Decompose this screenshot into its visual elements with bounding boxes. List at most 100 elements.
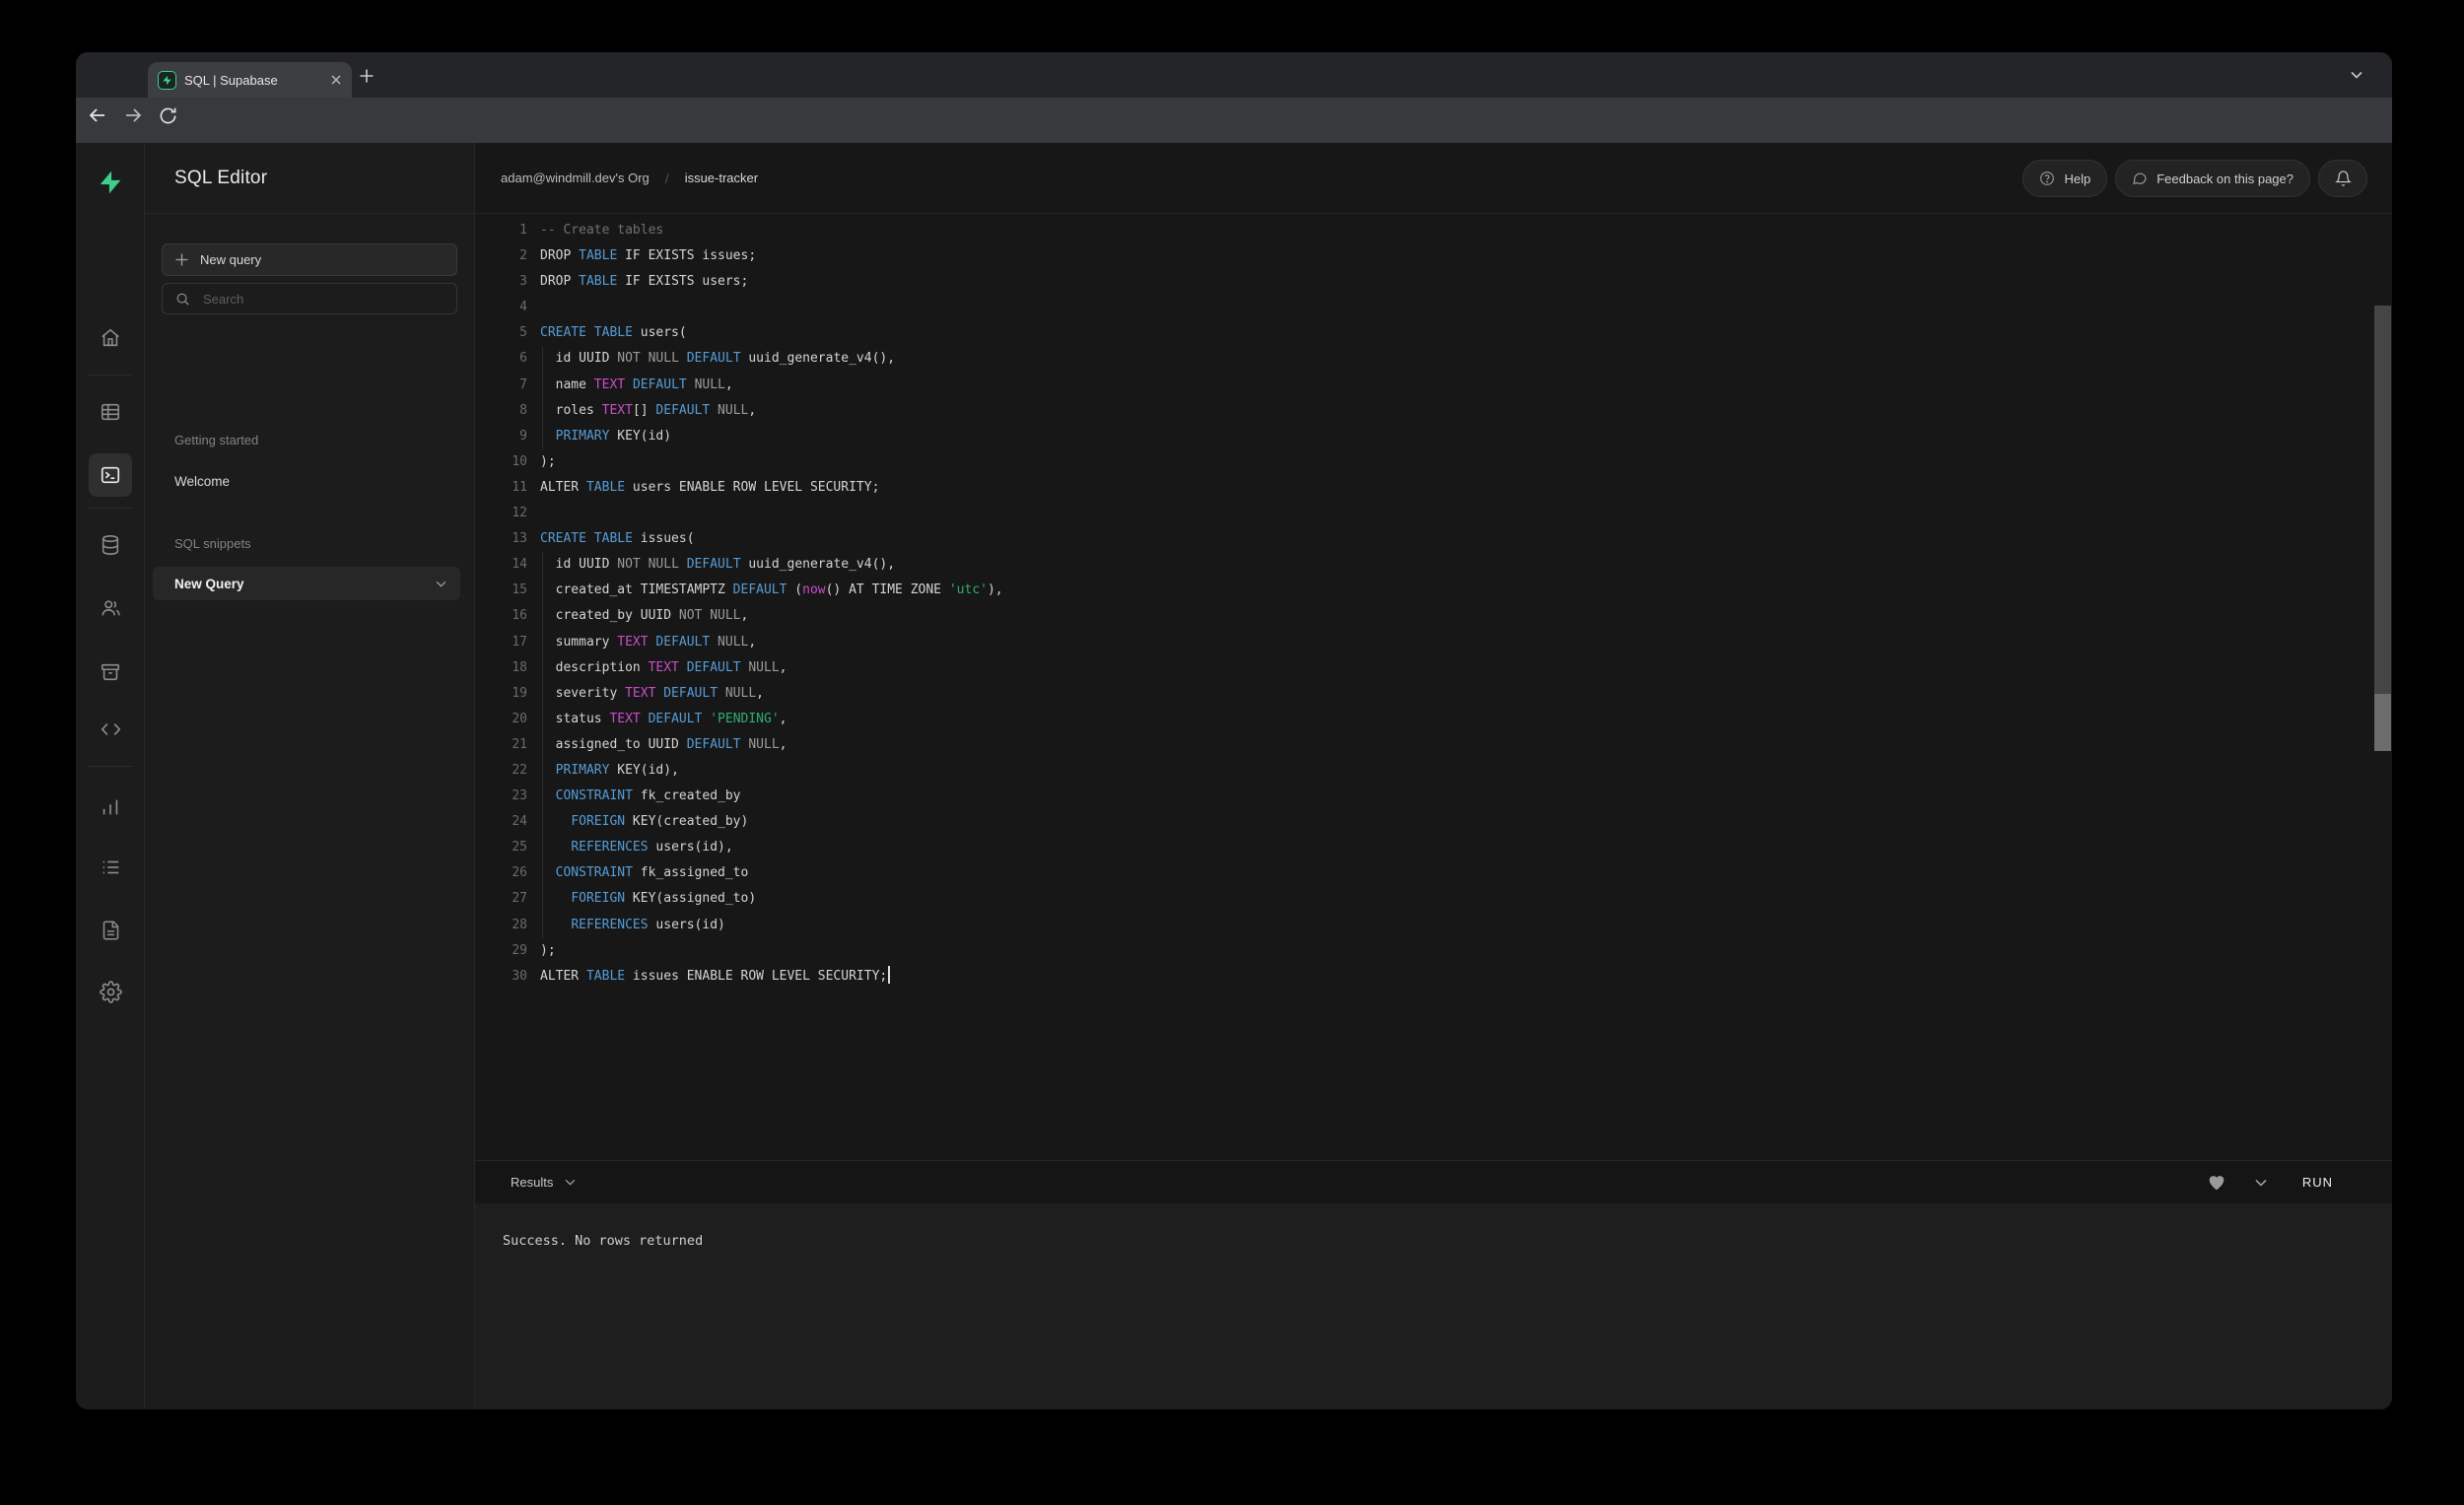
line-number: 21 <box>475 732 527 758</box>
line-number: 30 <box>475 964 527 990</box>
back-icon[interactable] <box>88 105 107 125</box>
code-line-19[interactable]: 19 severity TEXT DEFAULT NULL, <box>475 681 2392 707</box>
supabase-logo-icon[interactable] <box>76 170 145 195</box>
line-number: 7 <box>475 373 527 398</box>
line-number: 22 <box>475 758 527 784</box>
rail-divider <box>88 766 133 767</box>
code-line-12[interactable]: 12 <box>475 501 2392 526</box>
code-line-10[interactable]: 10); <box>475 449 2392 475</box>
new-tab-icon[interactable] <box>360 69 374 83</box>
code-line-23[interactable]: 23 CONSTRAINT fk_created_by <box>475 784 2392 809</box>
code-line-2[interactable]: 2DROP TABLE IF EXISTS issues; <box>475 243 2392 269</box>
code-line-30[interactable]: 30ALTER TABLE issues ENABLE ROW LEVEL SE… <box>475 964 2392 990</box>
nav-database-icon[interactable] <box>76 534 145 556</box>
feedback-button[interactable]: Feedback on this page? <box>2115 160 2310 197</box>
forward-icon[interactable] <box>123 105 143 125</box>
code-line-5[interactable]: 5CREATE TABLE users( <box>475 320 2392 346</box>
results-dropdown[interactable]: Results <box>511 1175 576 1190</box>
breadcrumb: adam@windmill.dev's Org / issue-tracker <box>501 171 758 186</box>
scrollbar-thumb[interactable] <box>2374 306 2391 694</box>
code-line-9[interactable]: 9 PRIMARY KEY(id) <box>475 424 2392 449</box>
code-line-29[interactable]: 29); <box>475 938 2392 964</box>
line-number: 18 <box>475 655 527 681</box>
code-line-20[interactable]: 20 status TEXT DEFAULT 'PENDING', <box>475 707 2392 732</box>
code-line-4[interactable]: 4 <box>475 295 2392 320</box>
line-number: 29 <box>475 938 527 964</box>
panel-header: SQL Editor <box>145 143 474 214</box>
run-button[interactable]: RUN <box>2296 1174 2339 1191</box>
run-options-chevron-icon[interactable] <box>2255 1179 2267 1187</box>
plus-icon <box>175 253 188 266</box>
nav-table-editor-icon[interactable] <box>76 401 145 423</box>
code-line-3[interactable]: 3DROP TABLE IF EXISTS users; <box>475 269 2392 295</box>
page-title: SQL Editor <box>174 168 267 189</box>
breadcrumb-org[interactable]: adam@windmill.dev's Org <box>501 171 650 185</box>
favorite-heart-icon[interactable] <box>2208 1175 2225 1191</box>
line-number: 4 <box>475 295 527 320</box>
search-input[interactable] <box>201 291 418 308</box>
nav-sql-editor-icon[interactable] <box>89 453 132 497</box>
help-button[interactable]: Help <box>2022 160 2107 197</box>
chevron-down-icon[interactable] <box>436 581 446 587</box>
project-header: adam@windmill.dev's Org / issue-tracker … <box>475 143 2392 214</box>
line-number: 8 <box>475 398 527 424</box>
code-line-18[interactable]: 18 description TEXT DEFAULT NULL, <box>475 655 2392 681</box>
main-content: adam@windmill.dev's Org / issue-tracker … <box>475 143 2392 1409</box>
reload-icon[interactable] <box>159 106 177 125</box>
breadcrumb-project[interactable]: issue-tracker <box>685 171 758 185</box>
line-number: 27 <box>475 886 527 912</box>
new-query-button[interactable]: New query <box>162 243 457 276</box>
code-line-21[interactable]: 21 assigned_to UUID DEFAULT NULL, <box>475 732 2392 758</box>
code-line-24[interactable]: 24 FOREIGN KEY(created_by) <box>475 809 2392 835</box>
code-line-17[interactable]: 17 summary TEXT DEFAULT NULL, <box>475 630 2392 655</box>
nav-api-docs-icon[interactable] <box>76 920 145 941</box>
nav-authentication-icon[interactable] <box>76 597 145 619</box>
nav-settings-icon[interactable] <box>76 981 145 1003</box>
sidebar-item-new-query[interactable]: New Query <box>153 567 460 600</box>
snippet-search[interactable] <box>162 283 457 314</box>
line-number: 16 <box>475 603 527 629</box>
line-number: 1 <box>475 218 527 243</box>
code-line-1[interactable]: 1-- Create tables <box>475 218 2392 243</box>
code-line-6[interactable]: 6 id UUID NOT NULL DEFAULT uuid_generate… <box>475 346 2392 372</box>
code-line-16[interactable]: 16 created_by UUID NOT NULL, <box>475 603 2392 629</box>
nav-reports-icon[interactable] <box>76 796 145 818</box>
text-cursor <box>888 966 890 984</box>
line-number: 20 <box>475 707 527 732</box>
tab-close-icon[interactable] <box>330 74 342 86</box>
code-line-8[interactable]: 8 roles TEXT[] DEFAULT NULL, <box>475 398 2392 424</box>
code-line-7[interactable]: 7 name TEXT DEFAULT NULL, <box>475 373 2392 398</box>
chevron-down-icon <box>565 1179 576 1186</box>
code-line-27[interactable]: 27 FOREIGN KEY(assigned_to) <box>475 886 2392 912</box>
browser-window: SQL | Supabase <box>76 52 2392 1409</box>
code-line-11[interactable]: 11ALTER TABLE users ENABLE ROW LEVEL SEC… <box>475 475 2392 501</box>
line-number: 12 <box>475 501 527 526</box>
line-number: 23 <box>475 784 527 809</box>
line-number: 28 <box>475 913 527 938</box>
results-output: Success. No rows returned <box>475 1203 2392 1409</box>
rail-divider <box>88 508 133 509</box>
notifications-bell-icon[interactable] <box>2318 160 2367 197</box>
code-line-13[interactable]: 13CREATE TABLE issues( <box>475 526 2392 552</box>
nav-api-icon[interactable] <box>76 718 145 740</box>
sidebar-item-welcome[interactable]: Welcome <box>174 474 230 489</box>
browser-tab[interactable]: SQL | Supabase <box>148 62 352 98</box>
sql-code-editor[interactable]: 1-- Create tables2DROP TABLE IF EXISTS i… <box>475 214 2392 1069</box>
code-line-26[interactable]: 26 CONSTRAINT fk_assigned_to <box>475 860 2392 886</box>
tab-search-chevron-icon[interactable] <box>2351 71 2362 79</box>
line-number: 26 <box>475 860 527 886</box>
nav-logs-icon[interactable] <box>76 856 145 878</box>
line-number: 17 <box>475 630 527 655</box>
line-number: 2 <box>475 243 527 269</box>
nav-storage-icon[interactable] <box>76 661 145 683</box>
code-line-28[interactable]: 28 REFERENCES users(id) <box>475 913 2392 938</box>
scrollbar-thumb-inner[interactable] <box>2374 694 2391 751</box>
code-line-25[interactable]: 25 REFERENCES users(id), <box>475 835 2392 860</box>
code-line-22[interactable]: 22 PRIMARY KEY(id), <box>475 758 2392 784</box>
code-line-14[interactable]: 14 id UUID NOT NULL DEFAULT uuid_generat… <box>475 552 2392 578</box>
code-line-15[interactable]: 15 created_at TIMESTAMPTZ DEFAULT (now()… <box>475 578 2392 603</box>
nav-home-icon[interactable] <box>76 327 145 349</box>
line-number: 5 <box>475 320 527 346</box>
tab-title: SQL | Supabase <box>184 73 330 88</box>
nav-rail <box>76 143 145 1409</box>
